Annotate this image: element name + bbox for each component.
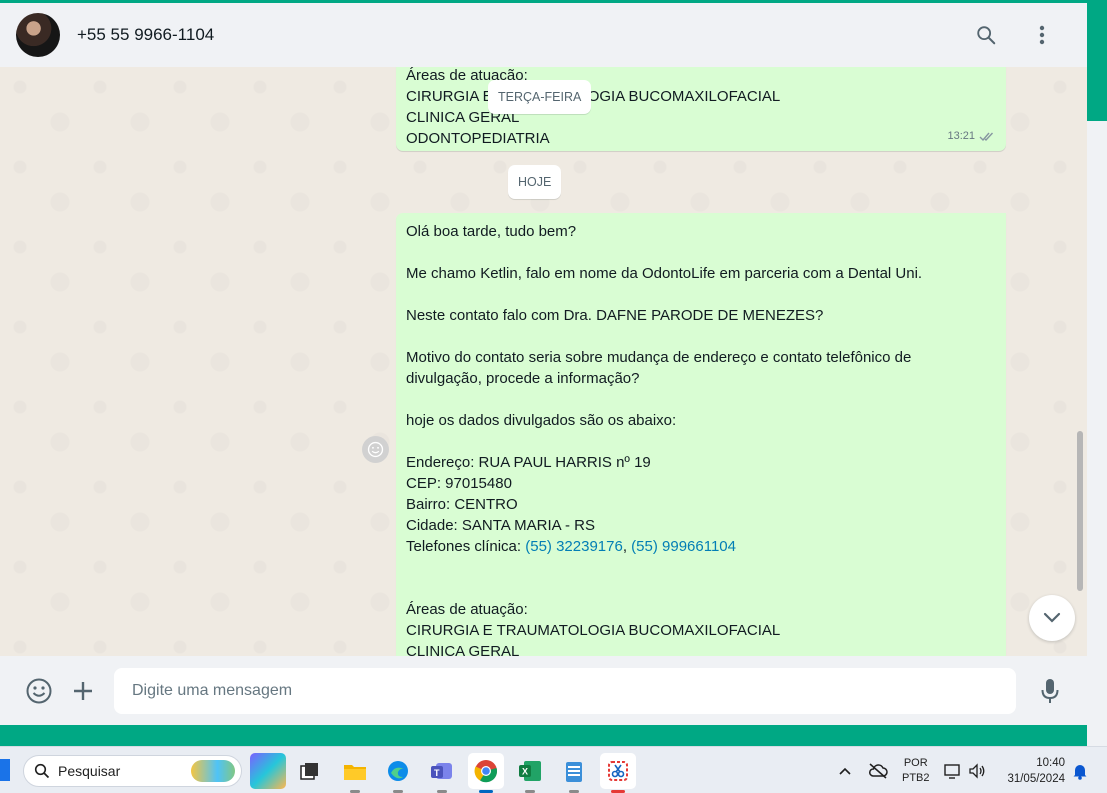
cloud-offline-icon[interactable]: [868, 747, 888, 793]
message-line: Neste contato falo com Dra. DAFNE PARODE…: [406, 307, 824, 324]
search-highlight-image: [191, 760, 235, 782]
react-emoji-icon[interactable]: [362, 436, 389, 463]
search-icon: [34, 763, 50, 779]
message-time: 13:21: [947, 130, 975, 142]
notification-bell-icon[interactable]: [1072, 747, 1088, 793]
message-line: Endereço: RUA PAUL HARRIS nº 19: [406, 454, 651, 471]
message-meta: 13:21: [947, 126, 996, 147]
task-view-icon[interactable]: [292, 753, 328, 789]
message-line: CEP: 97015480: [406, 475, 512, 492]
phone-link-2[interactable]: (55) 999661104: [631, 538, 736, 555]
message-line: [406, 578, 996, 599]
message-line: divulgação, procede a informação?: [406, 370, 640, 387]
message-line: [406, 557, 996, 578]
taskbar-search[interactable]: Pesquisar: [23, 755, 242, 787]
chevron-down-icon: [1043, 612, 1061, 623]
message-composer: [0, 656, 1087, 725]
date-separator-previous: TERÇA-FEIRA: [488, 80, 592, 114]
message-line: Motivo do contato seria sobre mudança de…: [406, 349, 912, 366]
taskbar-search-label: Pesquisar: [58, 763, 121, 779]
volume-icon[interactable]: [968, 747, 986, 793]
message-line: hoje os dados divulgados são os abaixo:: [406, 412, 677, 429]
clock-time: 10:40: [1036, 756, 1065, 769]
message-line: Me chamo Ketlin, falo em nome da OdontoL…: [406, 265, 923, 282]
conversation-scrollbar[interactable]: [1077, 431, 1083, 591]
window-edge: [1087, 121, 1107, 746]
message-line: [406, 242, 996, 263]
message-line: Cidade: SANTA MARIA - RS: [406, 517, 595, 534]
message-line: [406, 389, 996, 410]
chat-header: +55 55 9966-1104: [0, 3, 1087, 67]
chevron-up-icon[interactable]: [838, 747, 852, 793]
phone-separator: ,: [622, 538, 632, 555]
message-line: CLINICA GERAL: [406, 643, 520, 656]
notepad-icon[interactable]: [556, 753, 592, 793]
snipping-tool-icon[interactable]: [600, 753, 636, 793]
message-line: CIRURGIA E TRAUMATOLOGIA BUCOMAXILOFACIA…: [406, 622, 781, 639]
file-explorer-icon[interactable]: [337, 753, 373, 793]
message-line: [406, 431, 996, 452]
header-actions: [969, 18, 1071, 52]
message-line: [406, 284, 996, 305]
message-line: Áreas de atuação:: [406, 601, 528, 618]
svg-text:X: X: [522, 767, 528, 777]
menu-dots-icon[interactable]: [1025, 18, 1059, 52]
edge-icon[interactable]: [380, 753, 416, 793]
search-icon[interactable]: [969, 18, 1003, 52]
message-line: [406, 326, 996, 347]
start-button[interactable]: [0, 759, 10, 781]
phone-link-1[interactable]: (55) 32239176: [525, 538, 623, 555]
network-icon[interactable]: [944, 747, 962, 793]
message-bubble-current[interactable]: Olá boa tarde, tudo bem? Me chamo Ketlin…: [396, 213, 1006, 656]
message-input[interactable]: [114, 667, 1016, 714]
excel-icon[interactable]: X: [512, 753, 548, 793]
scroll-to-bottom-button[interactable]: [1029, 595, 1075, 641]
read-ticks-icon: [979, 132, 994, 142]
clock-date: 31/05/2024: [1007, 772, 1065, 785]
contact-avatar[interactable]: [16, 13, 60, 57]
contact-name[interactable]: +55 55 9966-1104: [77, 25, 214, 45]
copilot-pre-icon[interactable]: [250, 753, 286, 789]
microphone-icon[interactable]: [1033, 674, 1067, 708]
message-line: Bairro: CENTRO: [406, 496, 518, 513]
message-line: ODONTOPEDIATRIA: [406, 130, 550, 147]
teams-icon[interactable]: T: [424, 753, 460, 793]
lang-code: POR: [903, 756, 928, 769]
taskbar-clock[interactable]: 10:40 31/05/2024: [1003, 747, 1065, 793]
phones-label: Telefones clínica:: [406, 538, 526, 555]
windows-taskbar: Pesquisar T X POR PTB2 10:40 31/05/2024: [0, 746, 1107, 793]
window-edge-accent: [1087, 3, 1107, 121]
emoji-icon[interactable]: [22, 674, 56, 708]
input-language[interactable]: POR PTB2: [902, 747, 930, 793]
keyboard-layout: PTB2: [902, 771, 930, 784]
attach-plus-icon[interactable]: [66, 674, 100, 708]
message-line: Olá boa tarde, tudo bem?: [406, 223, 577, 240]
conversation-panel[interactable]: Áreas de atuação: CIRURGIA E TRAUMATOLOG…: [0, 67, 1087, 656]
date-separator-today: HOJE: [508, 165, 562, 199]
whatsapp-chat-window: +55 55 9966-1104 Áreas de atuação: CIRUR…: [0, 3, 1087, 725]
phones-line: Telefones clínica: (55) 32239176, (55) 9…: [406, 536, 996, 557]
chrome-icon[interactable]: [468, 753, 504, 793]
svg-text:T: T: [434, 768, 440, 778]
